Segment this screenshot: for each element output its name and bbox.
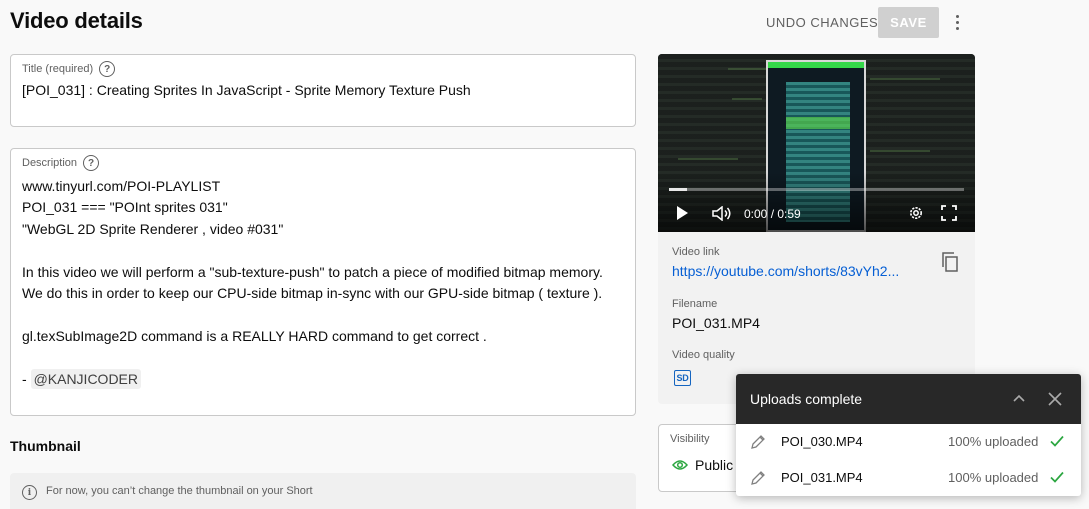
volume-icon[interactable]	[712, 206, 732, 221]
visibility-label: Visibility	[670, 433, 710, 445]
chevron-up-icon[interactable]	[1012, 391, 1026, 405]
mention-chip[interactable]: @KANJICODER	[30, 368, 142, 389]
upload-row: POI_031.MP4 100% uploaded	[736, 460, 1081, 496]
thumbnail-heading: Thumbnail	[10, 438, 81, 454]
thumbnail-notice: i For now, you can’t change the thumbnai…	[10, 473, 636, 509]
uploads-panel: Uploads complete POI_030.MP4 100% upload…	[736, 374, 1081, 496]
code-line	[732, 98, 762, 100]
video-player[interactable]: 0:00 / 0:59	[658, 54, 975, 232]
description-line	[22, 304, 626, 325]
page-title: Video details	[10, 8, 143, 33]
video-link-label: Video link	[672, 246, 720, 258]
upload-filename[interactable]: POI_031.MP4	[781, 470, 863, 485]
uploads-header: Uploads complete	[736, 374, 1081, 424]
help-icon[interactable]: ?	[83, 155, 100, 171]
video-progress-fill	[669, 188, 687, 191]
video-time: 0:00 / 0:59	[744, 207, 801, 221]
uploads-title: Uploads complete	[750, 391, 863, 407]
filename-value: POI_031.MP4	[672, 315, 760, 331]
code-line	[678, 158, 738, 160]
title-field[interactable]: Title (required) ? [POI_031] : Creating …	[10, 54, 636, 127]
info-icon: i	[22, 485, 37, 500]
code-line	[870, 150, 930, 152]
check-icon	[1050, 435, 1064, 447]
close-icon[interactable]	[1047, 391, 1063, 407]
copy-icon[interactable]	[941, 252, 959, 272]
play-icon[interactable]	[677, 206, 688, 220]
video-link[interactable]: https://youtube.com/shorts/83vYh2...	[672, 263, 912, 279]
description-line	[22, 240, 626, 261]
video-quality-label: Video quality	[672, 349, 735, 361]
thumbnail-note-text: For now, you can’t change the thumbnail …	[46, 485, 313, 497]
upload-status: 100% uploaded	[948, 434, 1039, 449]
title-input[interactable]: [POI_031] : Creating Sprites In JavaScri…	[22, 82, 471, 98]
upload-status: 100% uploaded	[948, 470, 1039, 485]
description-line: "WebGL 2D Sprite Renderer , video #031"	[22, 220, 284, 237]
upload-row: POI_030.MP4 100% uploaded	[736, 424, 1081, 460]
description-line: POI_031 === "POInt sprites 031"	[22, 199, 228, 216]
more-options-icon[interactable]	[946, 10, 968, 34]
code-line	[728, 68, 768, 70]
help-icon[interactable]: ?	[99, 61, 116, 77]
description-field-label: Description	[22, 157, 78, 169]
video-info-card: 0:00 / 0:59 Video link https://youtube.c…	[658, 54, 975, 404]
upload-filename[interactable]: POI_030.MP4	[781, 434, 863, 449]
eye-icon	[672, 460, 688, 470]
video-progress-bar[interactable]	[669, 188, 964, 191]
fullscreen-icon[interactable]	[941, 205, 957, 221]
save-button[interactable]: SAVE	[878, 7, 939, 38]
description-line: www.tinyurl.com/POI-PLAYLIST	[22, 178, 221, 194]
description-line: In this video we will perform a "sub-tex…	[22, 263, 603, 302]
visibility-value: Public	[695, 457, 734, 473]
check-icon	[1050, 471, 1064, 483]
filename-label: Filename	[672, 298, 718, 310]
undo-changes-button[interactable]: UNDO CHANGES	[760, 8, 884, 38]
code-line	[870, 78, 940, 80]
pencil-icon[interactable]	[750, 434, 766, 450]
title-field-label: Title (required)	[22, 63, 94, 75]
description-signature: - @KANJICODER	[22, 368, 626, 390]
settings-icon[interactable]	[908, 205, 924, 221]
description-line: gl.texSubImage2D command is a REALLY HAR…	[22, 327, 487, 344]
sd-quality-icon: SD	[674, 370, 691, 386]
description-field[interactable]: Description ? www.tinyurl.com/POI-PLAYLI…	[10, 148, 636, 416]
description-line	[22, 347, 626, 368]
signature-prefix: -	[22, 370, 31, 387]
description-input[interactable]: www.tinyurl.com/POI-PLAYLIST POI_031 ===…	[22, 176, 626, 390]
pencil-icon[interactable]	[750, 470, 766, 486]
